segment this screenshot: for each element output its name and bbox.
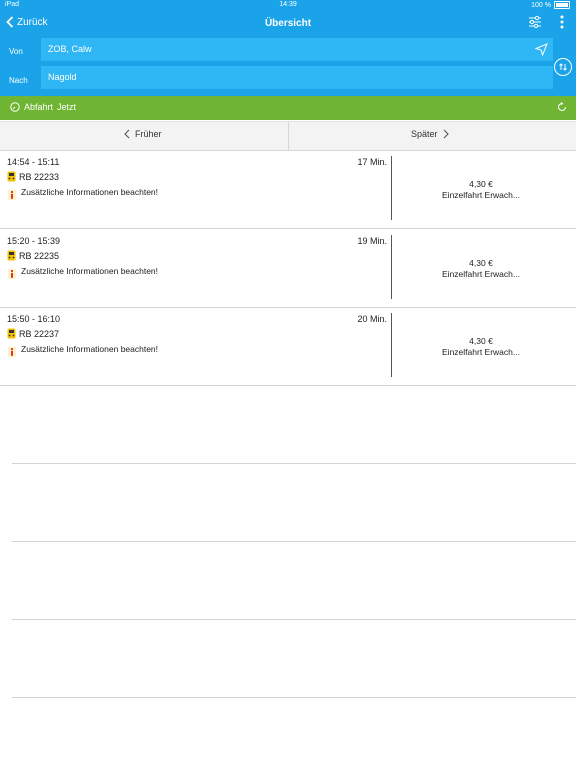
from-label: Von <box>9 47 23 56</box>
train-icon <box>7 328 16 339</box>
to-value: Nagold <box>48 72 77 82</box>
train-group: RB 22237 <box>7 328 59 339</box>
swap-button[interactable] <box>554 58 572 76</box>
from-field[interactable]: ZOB, Calw <box>41 38 553 61</box>
pager: Früher Später <box>0 121 576 151</box>
info-text: Zusätzliche Informationen beachten! <box>21 344 159 354</box>
search-panel: Von ZOB, Calw Nach Nagold <box>0 36 576 96</box>
ticket-type: Einzelfahrt Erwach... <box>442 347 520 357</box>
later-label: Später <box>411 129 438 139</box>
pager-divider <box>288 122 289 150</box>
departure-bar[interactable]: Abfahrt Jetzt <box>0 96 576 120</box>
connection-row[interactable]: 14:54 - 15:11 17 Min. RB 22233 Zusätzlic… <box>0 150 576 229</box>
more-vertical-icon[interactable] <box>560 15 564 29</box>
ticket-type: Einzelfahrt Erwach... <box>442 269 520 279</box>
to-field[interactable]: Nagold <box>41 66 553 89</box>
train-number: RB 22233 <box>19 171 60 182</box>
status-bar: iPad 14:39 100 % <box>0 0 576 12</box>
info-icon <box>8 269 16 279</box>
price: 4,30 € <box>469 179 493 189</box>
price-group: 4,30 € Einzelfahrt Erwach... <box>420 336 542 358</box>
train-number: RB 22235 <box>19 250 60 261</box>
empty-row-separator <box>12 619 576 620</box>
later-button[interactable]: Später <box>411 129 449 139</box>
connection-row[interactable]: 15:50 - 16:10 20 Min. RB 22237 Zusätzlic… <box>0 307 576 386</box>
train-icon <box>7 250 16 261</box>
empty-row-separator <box>12 463 576 464</box>
battery-percent: 100 % <box>531 1 551 9</box>
refresh-icon[interactable] <box>557 102 567 112</box>
info-icon <box>8 347 16 357</box>
earlier-label: Früher <box>135 129 162 139</box>
connection-divider <box>391 313 392 377</box>
connection-time: 15:50 - 16:10 <box>7 314 61 324</box>
connection-duration: 19 Min. <box>357 236 387 246</box>
info-text: Zusätzliche Informationen beachten! <box>21 266 159 276</box>
info-text: Zusätzliche Informationen beachten! <box>21 187 159 197</box>
departure-value: Jetzt <box>57 102 77 112</box>
earlier-button[interactable]: Früher <box>124 129 162 139</box>
connection-divider <box>391 235 392 299</box>
connection-duration: 20 Min. <box>357 314 387 324</box>
departure-label-group: Abfahrt Jetzt <box>10 102 76 112</box>
train-number: RB 22237 <box>19 328 60 339</box>
location-arrow-icon[interactable] <box>535 43 548 56</box>
price: 4,30 € <box>469 336 493 346</box>
chevron-left-icon <box>124 129 130 139</box>
status-time: 14:39 <box>279 1 297 8</box>
empty-row-separator <box>12 541 576 542</box>
swap-icon <box>559 63 567 71</box>
filter-sliders-icon[interactable] <box>528 15 542 29</box>
nav-actions <box>528 15 564 29</box>
clock-icon <box>10 102 20 112</box>
connection-time: 14:54 - 15:11 <box>7 157 60 167</box>
connection-time: 15:20 - 15:39 <box>7 236 61 246</box>
chevron-right-icon <box>443 129 449 139</box>
train-group: RB 22233 <box>7 171 59 182</box>
train-icon <box>7 171 16 182</box>
departure-label: Abfahrt <box>24 102 54 112</box>
train-group: RB 22235 <box>7 250 59 261</box>
price-group: 4,30 € Einzelfahrt Erwach... <box>420 258 542 280</box>
nav-bar: Zurück Übersicht <box>0 12 576 36</box>
connection-row[interactable]: 15:20 - 15:39 19 Min. RB 22235 Zusätzlic… <box>0 229 576 308</box>
price: 4,30 € <box>469 258 493 268</box>
info-icon <box>8 190 16 200</box>
connection-duration: 17 Min. <box>357 157 387 167</box>
from-value: ZOB, Calw <box>48 44 92 54</box>
page-title: Übersicht <box>264 18 312 29</box>
ticket-type: Einzelfahrt Erwach... <box>442 190 520 200</box>
price-group: 4,30 € Einzelfahrt Erwach... <box>420 179 542 201</box>
empty-row-separator <box>12 697 576 698</box>
status-right: 100 % <box>531 1 570 9</box>
connection-divider <box>391 156 392 220</box>
battery-icon <box>554 1 570 9</box>
to-label: Nach <box>9 76 28 85</box>
